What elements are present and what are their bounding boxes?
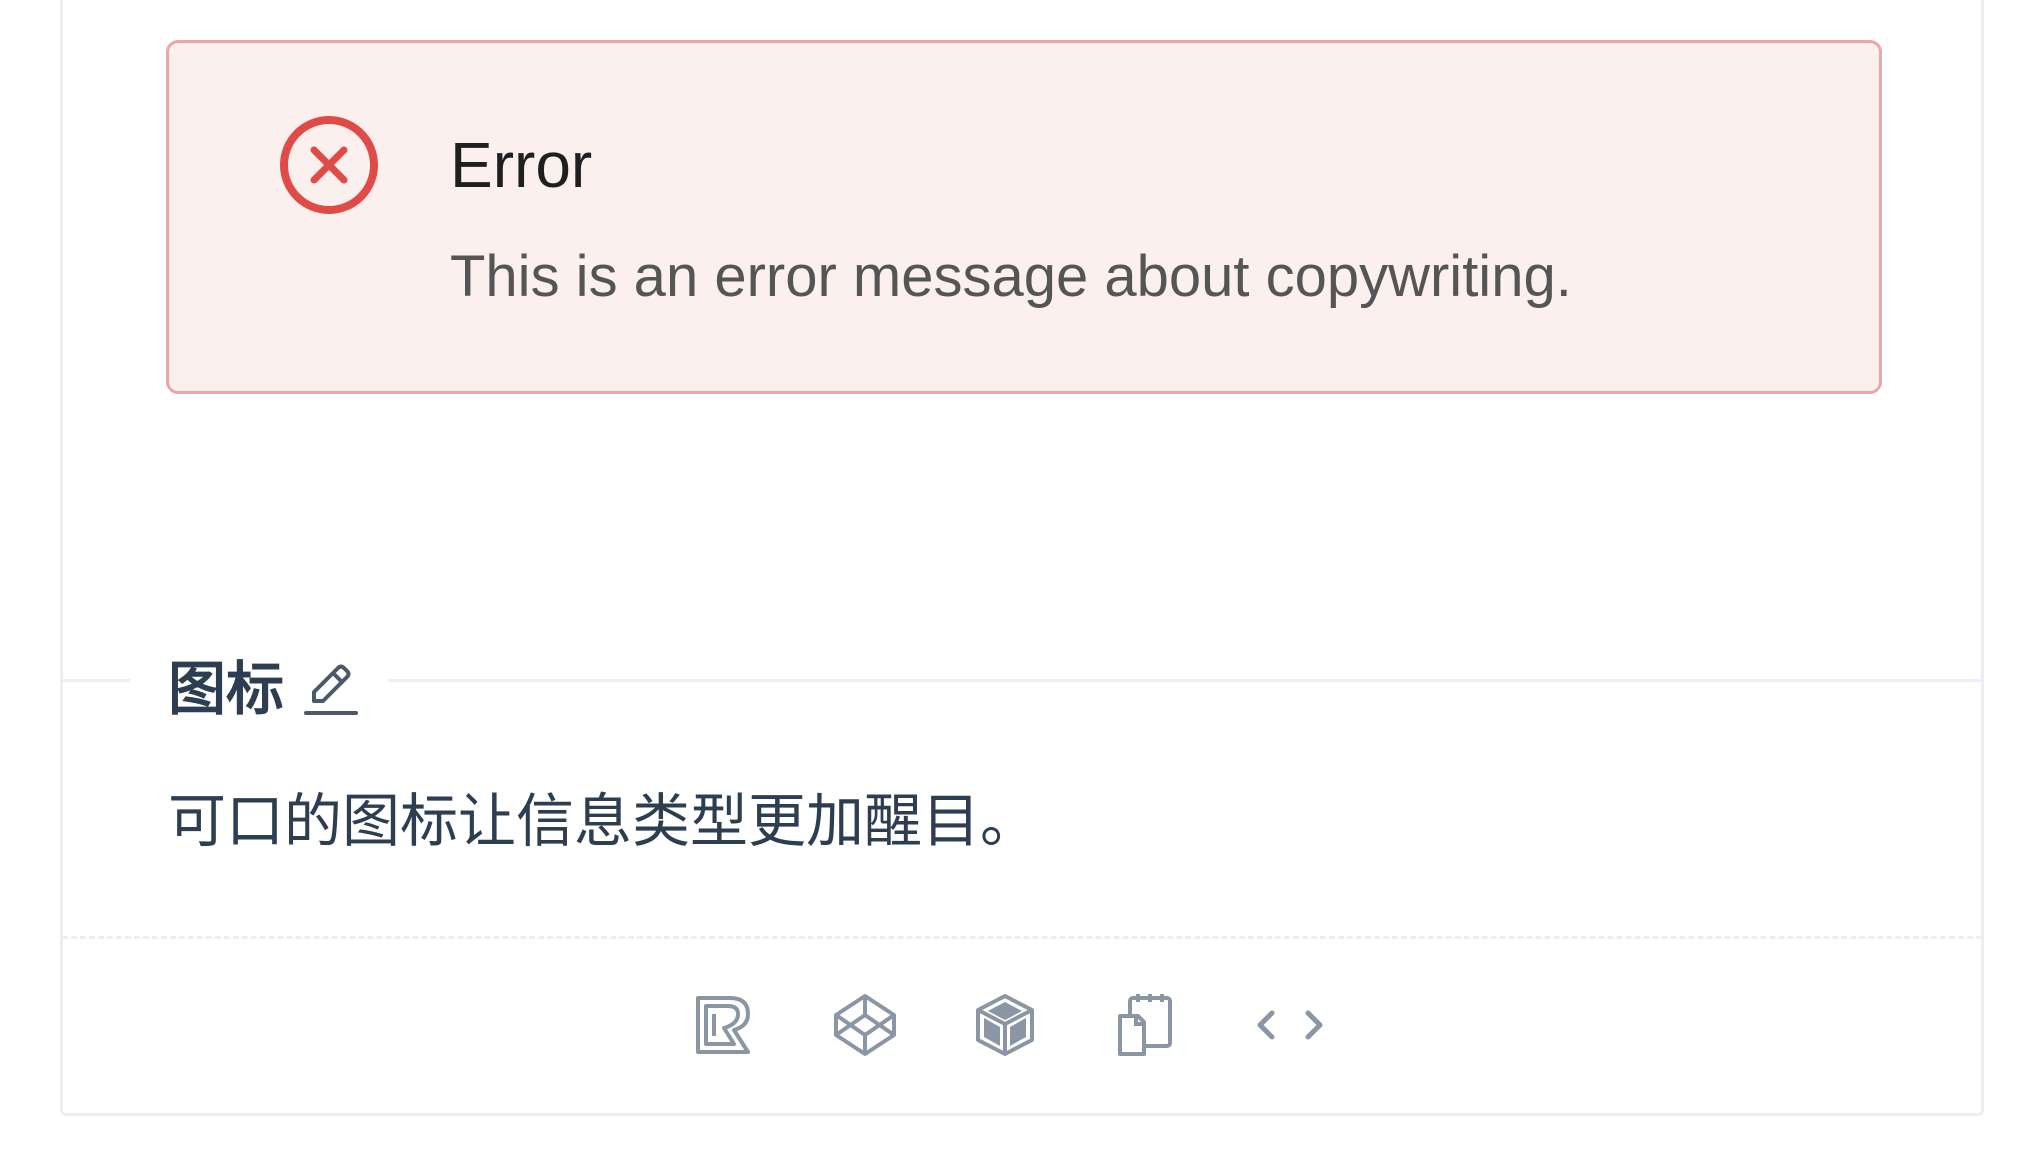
demo-actions (0, 985, 2020, 1065)
codepen-button[interactable] (825, 985, 905, 1065)
copy-icon (1118, 994, 1172, 1056)
section-heading: 图标 (168, 650, 362, 730)
section-description: 可口的图标让信息类型更加醒目。 (168, 789, 1039, 854)
section-divider-right (388, 679, 1984, 682)
code-icon (1257, 1010, 1323, 1040)
actions-divider (62, 936, 1982, 939)
show-code-button[interactable] (1245, 985, 1335, 1065)
alert-title: Error (450, 129, 593, 201)
codepen-icon (834, 994, 896, 1056)
riddle-icon (696, 996, 750, 1054)
error-alert: Error This is an error message about cop… (166, 40, 1882, 394)
copy-button[interactable] (1105, 985, 1185, 1065)
close-circle-icon (280, 116, 378, 214)
codesandbox-button[interactable] (965, 985, 1045, 1065)
section-title: 图标 (168, 657, 285, 722)
codesandbox-icon (976, 994, 1034, 1056)
section-divider-left (62, 679, 130, 682)
alert-description: This is an error message about copywriti… (450, 244, 1572, 309)
edit-icon[interactable] (300, 659, 362, 721)
riddle-button[interactable] (685, 985, 765, 1065)
